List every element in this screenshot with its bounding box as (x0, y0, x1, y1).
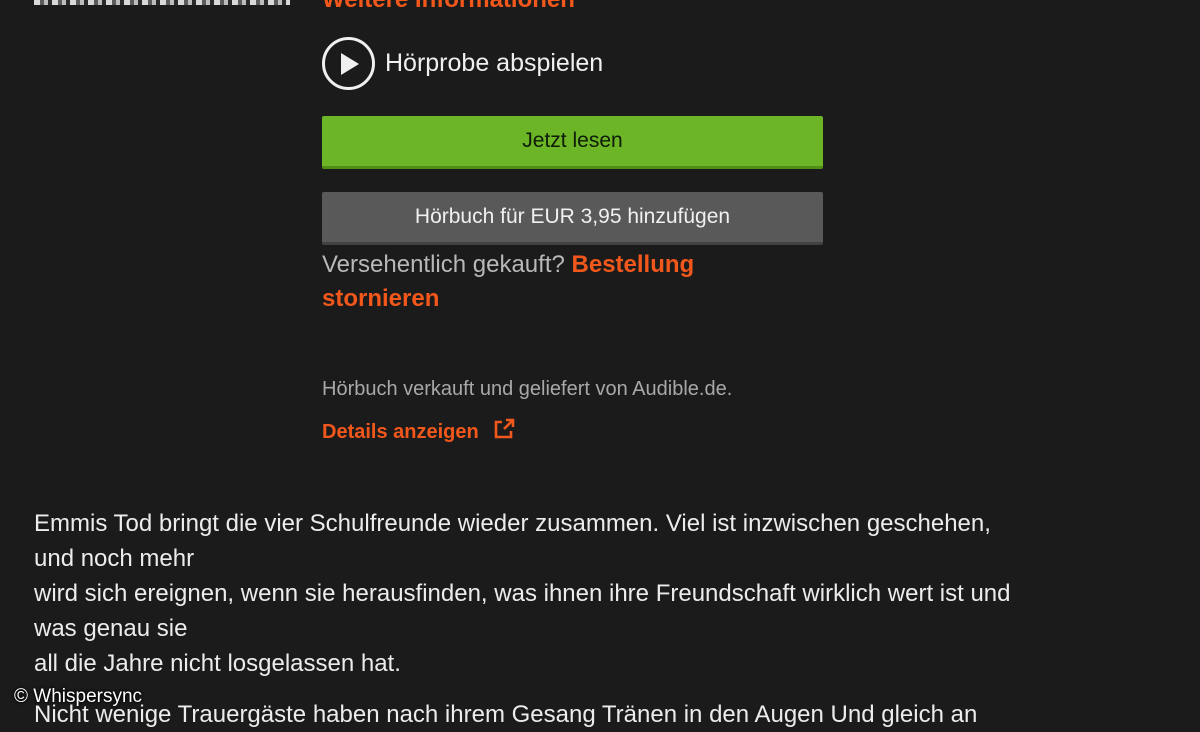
details-link-label: Details anzeigen (322, 420, 479, 443)
description-line: all die Jahre nicht losgelassen hat. (34, 650, 401, 677)
read-now-button[interactable]: Jetzt lesen (322, 116, 823, 169)
accidental-purchase-question: Versehentlich gekauft? (322, 251, 565, 278)
description-line: Emmis Tod bringt die vier Schulfreunde w… (34, 510, 991, 537)
book-cover-image (34, 0, 290, 5)
description-line: und noch mehr (34, 545, 195, 572)
details-link[interactable]: Details anzeigen (322, 418, 515, 446)
external-link-icon (493, 418, 515, 446)
accidental-purchase-notice: Versehentlich gekauft? Bestellung storni… (322, 248, 792, 316)
book-description: Emmis Tod bringt die vier Schulfreunde w… (34, 506, 1184, 732)
description-line: wird sich ereignen, wenn sie herausfinde… (34, 580, 1011, 607)
more-info-link[interactable]: Weitere Informationen (322, 0, 575, 14)
description-paragraph-1: Emmis Tod bringt die vier Schulfreunde w… (34, 506, 1184, 681)
sold-by-text: Hörbuch verkauft und geliefert von Audib… (322, 378, 733, 400)
play-icon (322, 37, 375, 90)
description-line: was genau sie (34, 615, 188, 642)
image-credit: © Whispersync (14, 686, 143, 707)
play-sample-button[interactable]: Hörprobe abspielen (322, 37, 603, 90)
play-sample-label: Hörprobe abspielen (385, 49, 604, 77)
description-paragraph-2: Nicht wenige Trauergäste haben nach ihre… (34, 701, 978, 728)
add-audiobook-button[interactable]: Hörbuch für EUR 3,95 hinzufügen (322, 192, 823, 245)
